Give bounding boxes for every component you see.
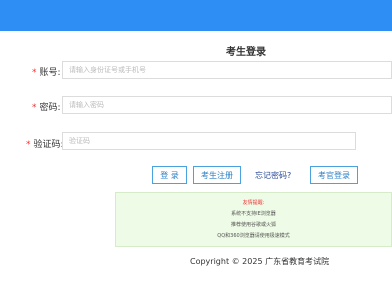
forgot-password-link[interactable]: 忘记密码?: [255, 166, 291, 184]
register-button[interactable]: 考生注册: [193, 166, 241, 184]
password-input[interactable]: 请输入密码: [62, 96, 392, 114]
required-mark: *: [32, 103, 37, 113]
account-input[interactable]: 请输入身份证号或手机号: [62, 61, 392, 79]
password-label: 密码:: [39, 103, 61, 113]
examiner-login-button[interactable]: 考官登录: [310, 166, 358, 184]
captcha-label-row: * 验证码:: [26, 137, 64, 150]
account-label: 账号:: [39, 68, 61, 78]
password-label-row: * 密码:: [32, 100, 61, 113]
notice-line: QQ和360浏览器请使用极速模式: [217, 233, 290, 239]
notice-heading: 友情提醒:: [242, 200, 265, 206]
copyright-text: Copyright © 2025 广东省教育考试院: [190, 257, 330, 266]
top-banner: [0, 0, 392, 31]
captcha-input[interactable]: 验证码: [62, 132, 356, 150]
account-label-row: * 账号:: [32, 65, 61, 78]
captcha-label: 验证码:: [33, 140, 64, 150]
notice-line: 推荐使用谷歌或火狐: [230, 222, 276, 228]
page-title: 考生登录: [226, 47, 266, 58]
required-mark: *: [26, 140, 31, 150]
required-mark: *: [32, 68, 37, 78]
login-button[interactable]: 登 录: [152, 166, 187, 184]
notice-line: 系统不支持IE浏览器: [231, 211, 276, 217]
notice-box: 友情提醒: 系统不支持IE浏览器 推荐使用谷歌或火狐 QQ和360浏览器请使用极…: [115, 192, 392, 247]
